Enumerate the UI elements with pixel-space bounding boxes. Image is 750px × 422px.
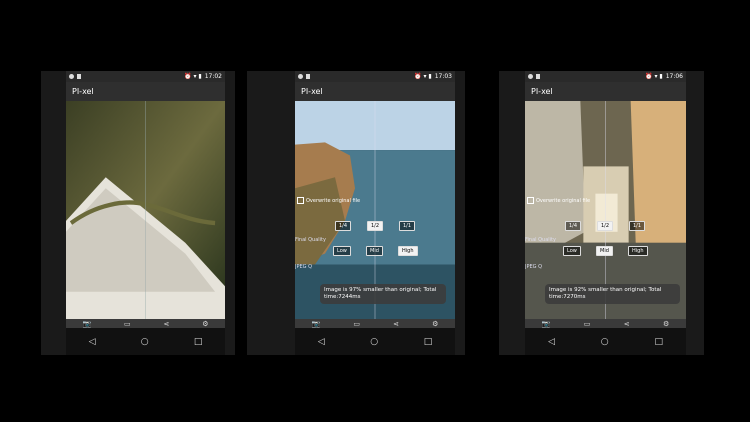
quality-label: Final Quality — [525, 237, 556, 243]
jpeg-label: JPEG Q — [525, 264, 543, 270]
scale-full-button[interactable]: 1/1 — [629, 221, 646, 231]
quality-label: Final Quality — [295, 237, 326, 243]
phone-1: ⏰ ▾ ▮ 17:02 PI-xel 📷 ▭ ⋖ ⚙ ◁ ○ □ — [41, 71, 235, 355]
overwrite-checkbox[interactable]: Overwrite original file — [527, 197, 590, 204]
status-icons: ⏰ ▾ ▮ — [645, 73, 663, 80]
scale-half-button[interactable]: 1/2 — [367, 221, 384, 231]
back-icon[interactable]: ◁ — [548, 337, 555, 347]
folder-icon[interactable]: ▭ — [353, 320, 360, 328]
screen: ⏰ ▾ ▮ 17:02 PI-xel 📷 ▭ ⋖ ⚙ ◁ ○ □ — [66, 71, 225, 355]
notification-icon — [306, 74, 310, 79]
recents-icon[interactable]: □ — [194, 337, 203, 347]
status-bar: ⏰ ▾ ▮ 17:06 — [525, 71, 686, 82]
nav-bar: ◁ ○ □ — [295, 328, 455, 355]
settings-overlay: Overwrite original file 1/4 1/2 1/1 Fina… — [525, 101, 686, 319]
quality-high-button[interactable]: High — [628, 246, 648, 256]
quality-mid-button[interactable]: Mid — [596, 246, 613, 256]
notification-icon — [77, 74, 81, 79]
quality-low-button[interactable]: Low — [563, 246, 581, 256]
home-icon[interactable]: ○ — [141, 337, 149, 347]
status-bar: ⏰ ▾ ▮ 17:02 — [66, 71, 225, 82]
back-icon[interactable]: ◁ — [318, 337, 325, 347]
gear-icon[interactable]: ⚙ — [663, 320, 669, 328]
home-icon[interactable]: ○ — [601, 337, 609, 347]
checkbox-box[interactable] — [527, 197, 534, 204]
skype-icon — [528, 74, 533, 79]
app-title: PI-xel — [66, 82, 225, 101]
recents-icon[interactable]: □ — [655, 337, 664, 347]
nav-bar: ◁ ○ □ — [525, 328, 686, 355]
nav-bar: ◁ ○ □ — [66, 328, 225, 355]
app-title: PI-xel — [295, 82, 455, 101]
camera-icon[interactable]: 📷 — [312, 320, 321, 328]
recents-icon[interactable]: □ — [424, 337, 433, 347]
status-bar: ⏰ ▾ ▮ 17:03 — [295, 71, 455, 82]
skype-icon — [69, 74, 74, 79]
overwrite-checkbox[interactable]: Overwrite original file — [297, 197, 360, 204]
scale-quarter-button[interactable]: 1/4 — [335, 221, 352, 231]
bottom-toolbar: 📷 ▭ ⋖ ⚙ — [295, 319, 455, 328]
screen: ⏰ ▾ ▮ 17:03 PI-xel Overwrite original fil… — [295, 71, 455, 355]
camera-icon[interactable]: 📷 — [542, 320, 551, 328]
quality-low-button[interactable]: Low — [333, 246, 351, 256]
scale-full-button[interactable]: 1/1 — [399, 221, 416, 231]
settings-overlay: Overwrite original file 1/4 1/2 1/1 Fina… — [295, 101, 455, 319]
share-icon[interactable]: ⋖ — [393, 320, 399, 328]
result-toast: Image is 92% smaller than original; Tota… — [545, 284, 680, 304]
checkbox-box[interactable] — [297, 197, 304, 204]
status-icons: ⏰ ▾ ▮ — [184, 73, 202, 80]
phone-2: ⏰ ▾ ▮ 17:03 PI-xel Overwrite original fil… — [247, 71, 465, 355]
share-icon[interactable]: ⋖ — [624, 320, 630, 328]
phone-3: ⏰ ▾ ▮ 17:06 PI-xel Overwrite original fil… — [499, 71, 704, 355]
app-title: PI-xel — [525, 82, 686, 101]
gear-icon[interactable]: ⚙ — [202, 320, 208, 328]
overwrite-label: Overwrite original file — [536, 197, 591, 204]
result-toast: Image is 97% smaller than original; Tota… — [320, 284, 446, 304]
photo-preview[interactable]: Overwrite original file 1/4 1/2 1/1 Fina… — [525, 101, 686, 319]
photo-preview[interactable]: Overwrite original file 1/4 1/2 1/1 Fina… — [295, 101, 455, 319]
screen: ⏰ ▾ ▮ 17:06 PI-xel Overwrite original fil… — [525, 71, 686, 355]
gear-icon[interactable]: ⚙ — [432, 320, 438, 328]
bottom-toolbar: 📷 ▭ ⋖ ⚙ — [525, 319, 686, 328]
home-icon[interactable]: ○ — [370, 337, 378, 347]
folder-icon[interactable]: ▭ — [584, 320, 591, 328]
bottom-toolbar: 📷 ▭ ⋖ ⚙ — [66, 319, 225, 328]
overwrite-label: Overwrite original file — [306, 197, 361, 204]
back-icon[interactable]: ◁ — [89, 337, 96, 347]
jpeg-label: JPEG Q — [295, 264, 313, 270]
share-icon[interactable]: ⋖ — [164, 320, 170, 328]
notification-icon — [536, 74, 540, 79]
camera-icon[interactable]: 📷 — [82, 320, 91, 328]
quality-mid-button[interactable]: Mid — [366, 246, 383, 256]
quality-high-button[interactable]: High — [398, 246, 418, 256]
status-time: 17:02 — [204, 73, 222, 80]
scale-quarter-button[interactable]: 1/4 — [565, 221, 582, 231]
status-time: 17:06 — [665, 73, 683, 80]
status-time: 17:03 — [434, 73, 452, 80]
status-icons: ⏰ ▾ ▮ — [414, 73, 432, 80]
skype-icon — [298, 74, 303, 79]
gallery-icon[interactable]: ▭ — [124, 320, 131, 328]
scale-half-button[interactable]: 1/2 — [597, 221, 614, 231]
photo-preview[interactable] — [66, 101, 225, 319]
